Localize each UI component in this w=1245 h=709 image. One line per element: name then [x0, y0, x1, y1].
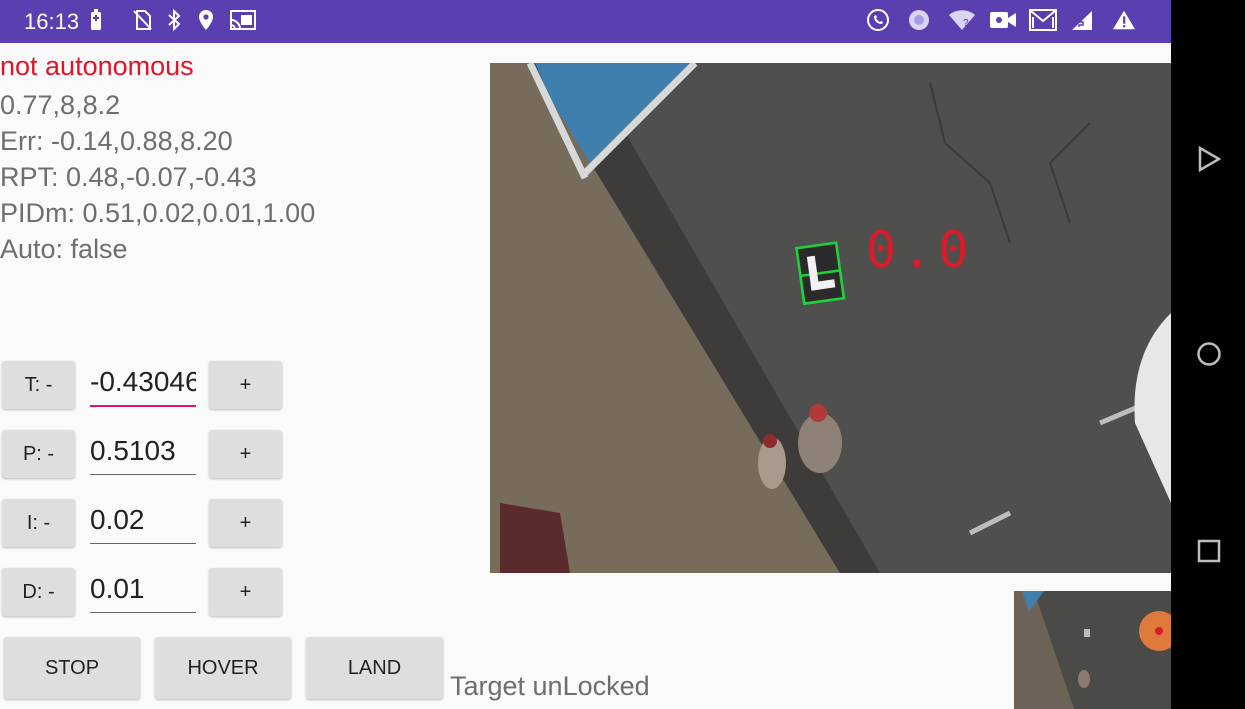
back-button[interactable]: [1196, 146, 1222, 172]
stop-button[interactable]: STOP: [4, 637, 140, 699]
battery-saver-icon: [84, 8, 108, 32]
location-icon: [194, 8, 218, 32]
gmail-icon: [1028, 8, 1058, 32]
wifi-icon: ?: [947, 8, 977, 32]
home-button[interactable]: [1196, 341, 1222, 367]
navigation-bar: [1171, 0, 1245, 709]
hover-button[interactable]: HOVER: [155, 637, 291, 699]
sync-icon: [907, 8, 931, 32]
i-minus-button[interactable]: I: -: [2, 499, 75, 547]
camera-scene: [490, 63, 1171, 573]
back-triangle-icon: [1198, 146, 1221, 172]
p-minus-button[interactable]: P: -: [2, 430, 75, 478]
pidm-readout: PIDm: 0.51,0.02,0.01,1.00: [0, 198, 316, 228]
no-sim-icon: [130, 8, 154, 32]
i-value-input[interactable]: 0.02: [90, 499, 196, 544]
i-plus-button[interactable]: +: [209, 499, 282, 547]
d-minus-button[interactable]: D: -: [2, 568, 75, 616]
preview-thumbnail[interactable]: [1014, 591, 1171, 709]
status-bar: 16:13 ?: [0, 0, 1171, 43]
bluetooth-icon: [162, 8, 186, 32]
signal-icon: [1070, 8, 1094, 32]
land-button[interactable]: LAND: [306, 637, 443, 699]
camera-feed[interactable]: 0.0: [490, 63, 1171, 573]
app-content: not autonomous 0.77,8,8.2 Err: -0.14,0.8…: [0, 43, 1171, 709]
mode-label: not autonomous: [0, 51, 194, 81]
p-value-input[interactable]: 0.5103: [90, 430, 196, 475]
t-minus-button[interactable]: T: -: [2, 361, 75, 409]
camera-overlay-text: 0.0: [866, 221, 975, 279]
auto-readout: Auto: false: [0, 234, 128, 264]
svg-text:?: ?: [963, 18, 969, 29]
d-value-input[interactable]: 0.01: [90, 568, 196, 613]
telemetry-line: 0.77,8,8.2: [0, 90, 121, 120]
rpt-readout: RPT: 0.48,-0.07,-0.43: [0, 162, 257, 192]
thumbnail-scene: [1014, 591, 1171, 709]
recents-square-icon: [1197, 539, 1221, 563]
p-plus-button[interactable]: +: [209, 430, 282, 478]
d-plus-button[interactable]: +: [209, 568, 282, 616]
t-value-input[interactable]: -0.43046: [90, 361, 196, 407]
video-call-icon: [988, 8, 1018, 32]
whatsapp-icon: [866, 8, 890, 32]
home-circle-icon: [1197, 342, 1221, 366]
clock: 16:13: [24, 9, 80, 34]
cast-icon: [228, 8, 258, 32]
target-status: Target unLocked: [450, 671, 650, 701]
recents-button[interactable]: [1196, 538, 1222, 564]
t-plus-button[interactable]: +: [209, 361, 282, 409]
error-readout: Err: -0.14,0.88,8.20: [0, 126, 233, 156]
warning-icon: [1112, 8, 1136, 32]
